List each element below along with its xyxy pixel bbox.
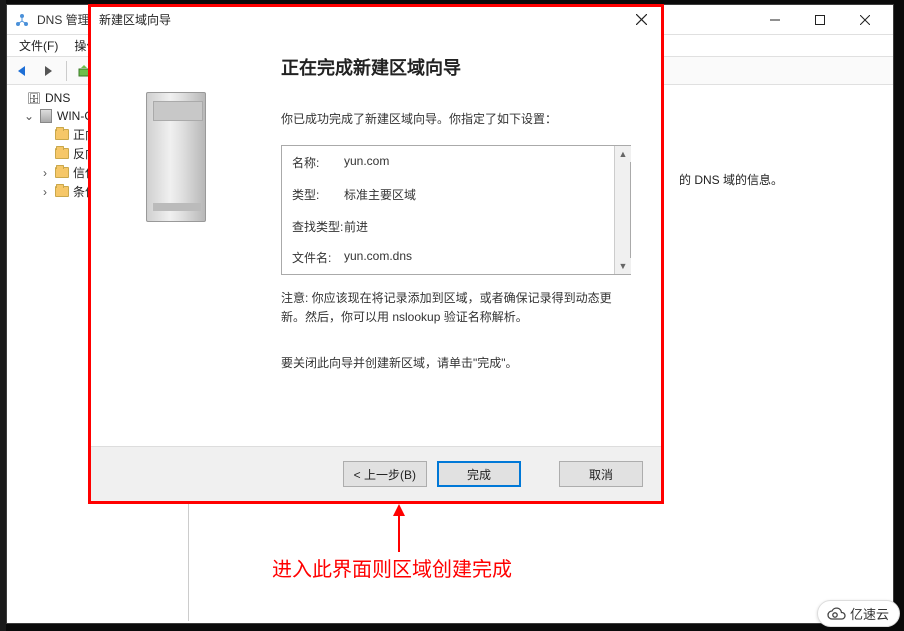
menu-file[interactable]: 文件(F) (13, 35, 64, 56)
wizard-body: 正在完成新建区域向导 你已成功完成了新建区域向导。你指定了如下设置： 名称: y… (91, 32, 661, 447)
summary-file-value: yun.com.dns (344, 249, 412, 266)
server-icon (38, 108, 54, 124)
wizard-heading: 正在完成新建区域向导 (281, 54, 631, 80)
collapse-icon[interactable]: ⌄ (23, 109, 35, 123)
wizard-titlebar: 新建区域向导 (91, 7, 661, 32)
summary-lookup-label: 查找类型: (292, 218, 344, 235)
cloud-icon (826, 606, 846, 622)
summary-row-file: 文件名: yun.com.dns (292, 249, 610, 266)
new-zone-wizard-dialog: 新建区域向导 正在完成新建区域向导 你已成功完成了新建区域向导。你指定了如下设置… (88, 4, 664, 504)
summary-row-lookup: 查找类型: 前进 (292, 218, 610, 235)
toolbar-separator (66, 61, 67, 81)
parent-window-controls (752, 6, 887, 34)
folder-icon (54, 184, 70, 200)
right-pane-text: 的 DNS 域的信息。 (679, 171, 783, 188)
cancel-button[interactable]: 取消 (559, 461, 643, 487)
watermark-text: 亿速云 (850, 604, 889, 623)
summary-scrollbar[interactable]: ▲ ▼ (614, 146, 630, 274)
back-button[interactable]: < 上一步(B) (343, 461, 427, 487)
server-image (136, 82, 226, 232)
close-button[interactable] (842, 6, 887, 34)
app-icon (13, 11, 31, 29)
watermark: 亿速云 (817, 600, 900, 627)
folder-icon (54, 127, 70, 143)
summary-name-value: yun.com (344, 154, 389, 171)
wizard-close-button[interactable] (623, 8, 659, 31)
expand-icon[interactable]: › (39, 185, 51, 199)
dns-icon: 🗄 (26, 90, 42, 106)
expand-icon[interactable]: › (39, 166, 51, 180)
summary-type-value: 标准主要区域 (344, 186, 416, 203)
wizard-intro: 你已成功完成了新建区域向导。你指定了如下设置： (281, 110, 631, 129)
summary-row-type: 类型: 标准主要区域 (292, 186, 610, 203)
summary-type-label: 类型: (292, 186, 344, 203)
back-button[interactable] (11, 59, 35, 83)
wizard-note: 注意: 你应该现在将记录添加到区域，或者确保记录得到动态更新。然后，你可以用 n… (281, 289, 631, 327)
summary-name-label: 名称: (292, 154, 344, 171)
folder-icon (54, 146, 70, 162)
forward-button[interactable] (37, 59, 61, 83)
tree-label: DNS (45, 91, 70, 105)
maximize-button[interactable] (797, 6, 842, 34)
wizard-title: 新建区域向导 (99, 11, 623, 28)
wizard-sidebar-image (91, 32, 271, 446)
scroll-up-icon[interactable]: ▲ (615, 146, 631, 162)
wizard-footer: < 上一步(B) 完成 取消 (91, 447, 661, 501)
summary-file-label: 文件名: (292, 249, 344, 266)
summary-row-name: 名称: yun.com (292, 154, 610, 171)
finish-button[interactable]: 完成 (437, 461, 521, 487)
wizard-summary-box: 名称: yun.com 类型: 标准主要区域 查找类型: 前进 文件名: yun… (281, 145, 631, 275)
wizard-close-hint: 要关闭此向导并创建新区域，请单击"完成"。 (281, 354, 631, 373)
summary-lookup-value: 前进 (344, 218, 368, 235)
minimize-button[interactable] (752, 6, 797, 34)
wizard-content: 正在完成新建区域向导 你已成功完成了新建区域向导。你指定了如下设置： 名称: y… (271, 32, 661, 446)
scroll-down-icon[interactable]: ▼ (615, 258, 631, 274)
folder-icon (54, 165, 70, 181)
